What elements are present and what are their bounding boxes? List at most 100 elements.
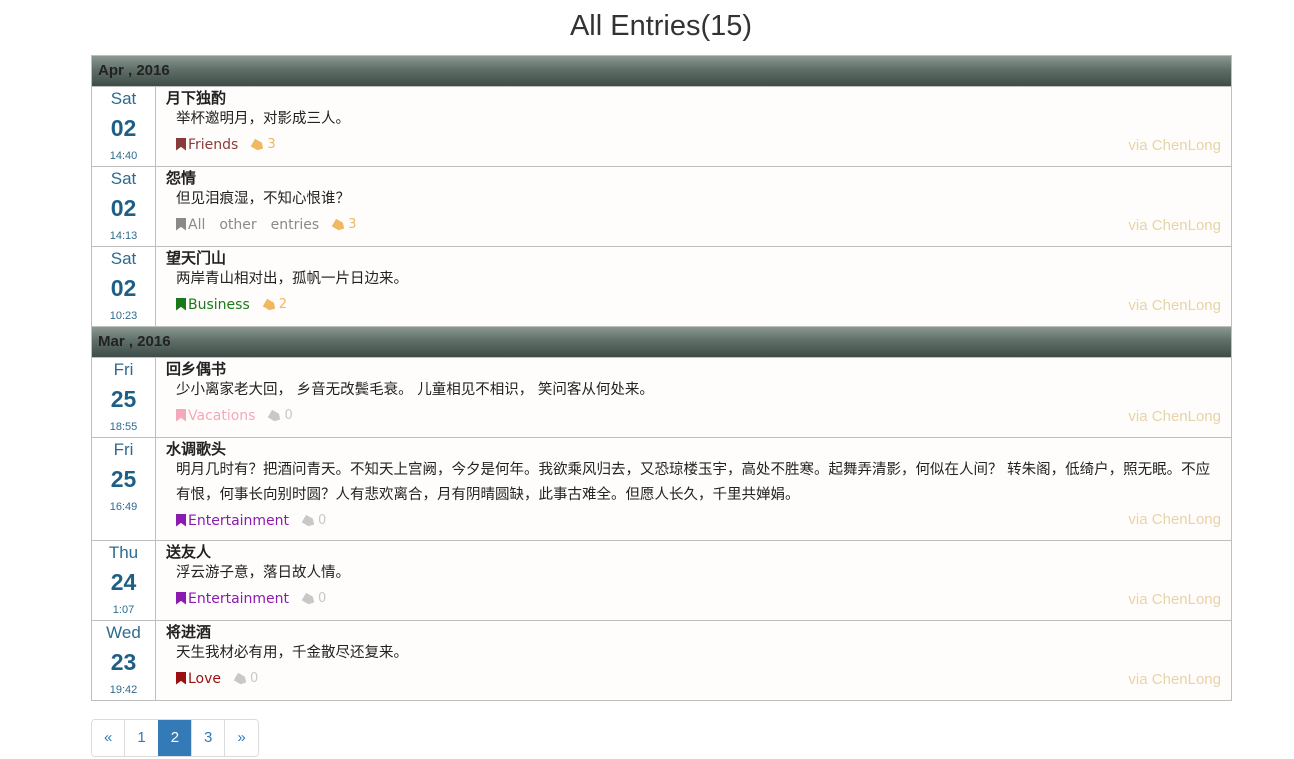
entry-title[interactable]: 将进酒 [166,623,1231,641]
entry-title[interactable]: 望天门山 [166,249,1231,267]
entry-row[interactable]: Sat 02 14:13 怨情 但见泪痕湿，不知心恨谁？ All other entrie… [92,167,1231,247]
bookmark-icon [176,137,186,151]
tag-count[interactable]: 3 [251,132,276,158]
page-button-2[interactable]: 2 [157,720,192,756]
entry-body: 浮云游子意，落日故人情。 [176,565,350,581]
entry-body: 少小离家老大回， 乡音无改鬓毛衰。 儿童相见不相识， 笑问客从何处来。 [176,382,654,398]
entry-content: 望天门山 两岸青山相对出，孤帆一片日边来。 Business 2 via ChenLon… [156,247,1231,326]
entry-body: 明月几时有？把酒问青天。不知天上宫阙，今夕是何年。我欲乘风归去，又恐琼楼玉宇，高… [176,462,1211,503]
entry-row[interactable]: Thu 24 1:07 送友人 浮云游子意，落日故人情。 Entertainment 0 vi… [92,541,1231,621]
entry-content: 月下独酌 举杯邀明月，对影成三人。 Friends 3 via ChenLong [156,87,1231,166]
category-label: Vacations [188,408,256,424]
tag-icon [251,138,266,152]
entry-meta: Business 2 [166,292,1231,318]
entry-time: 14:40 [109,150,138,162]
entry-day: 24 [110,569,137,595]
tag-count-label: 0 [284,408,293,423]
entry-content: 回乡偶书少小离家老大回， 乡音无改鬓毛衰。 儿童相见不相识， 笑问客从何处来。 V… [156,358,1231,437]
category-link[interactable]: Love [176,666,221,692]
entry-day: 23 [110,649,137,675]
entries-list: Apr , 2016 Sat 02 14:40 月下独酌 举杯邀明月，对影成三人。 Frie… [91,55,1232,701]
tag-count-label: 3 [348,217,357,232]
bookmark-icon [176,671,186,685]
tag-icon [332,218,347,232]
page-button-3[interactable]: 3 [191,720,225,756]
category-link[interactable]: Friends [176,132,238,158]
entry-weekday: Fri [113,440,134,459]
category-link[interactable]: Business [176,292,250,318]
entry-title[interactable]: 送友人 [166,543,1231,561]
category-label: Entertainment [188,591,290,607]
tag-icon [268,409,283,423]
tag-count[interactable]: 0 [268,403,293,429]
bookmark-icon [176,408,186,422]
pagination: «1 2 3» [91,719,259,757]
entry-time: 19:42 [109,684,138,696]
tag-count[interactable]: 3 [333,212,356,238]
entry-time: 10:23 [109,310,138,322]
tag-count[interactable]: 0 [235,666,258,692]
category-label: Love [188,671,222,687]
entry-date: Sat 02 14:13 [92,167,156,246]
entry-content: 水调歌头明月几时有？把酒问青天。不知天上宫阙，今夕是何年。我欲乘风归去，又恐琼楼… [156,438,1231,540]
entry-row[interactable]: Fri 25 16:49 水调歌头 明月几时有？把酒问青天。不知天上宫阙，今夕是何年。我… [92,438,1231,541]
entry-date: Sat 02 14:40 [92,87,156,166]
author-label: via ChenLong [1128,297,1221,314]
prev-page-button[interactable]: « [92,720,125,756]
entry-weekday: Wed [106,623,141,642]
tag-icon [302,514,317,528]
entry-row[interactable]: Sat 02 10:23 望天门山 两岸青山相对出，孤帆一片日边来。 Business 2 v… [92,247,1231,327]
page-title: All Entries(15) [569,10,753,42]
author-label: via ChenLong [1128,408,1221,425]
entry-content: 将进酒天生我材必有用，千金散尽还复来。 Love 0 via ChenLong [156,621,1231,700]
entry-row[interactable]: Fri 25 18:55 回乡偶书 少小离家老大回， 乡音无改鬓毛衰。 儿童相见不相识，… [92,358,1231,438]
entry-date: Fri 25 16:49 [92,438,156,540]
entry-meta: Entertainment 0 [166,586,1231,612]
category-link[interactable]: Vacations [176,403,255,429]
category-link[interactable]: Entertainment [176,586,289,612]
entry-weekday: Sat [110,249,137,268]
entry-day: 02 [110,195,137,221]
tag-count-label: 3 [267,137,276,152]
category-link[interactable]: Entertainment [176,508,289,534]
bookmark-icon [176,297,186,311]
entry-time: 1:07 [112,604,135,616]
entry-content: 怨情 但见泪痕湿，不知心恨谁？ All other entries 3 via Chen… [156,167,1231,246]
tag-icon [262,298,277,312]
entry-date: Wed 23 19:42 [92,621,156,700]
bookmark-icon [176,217,186,231]
entry-date: Fri 25 18:55 [92,358,156,437]
entry-day: 02 [110,275,137,301]
entry-row[interactable]: Sat 02 14:40 月下独酌 举杯邀明月，对影成三人。 Friends 3 via Ch… [92,87,1231,167]
entry-day: 25 [110,386,137,412]
tag-count[interactable]: 0 [303,508,326,534]
author-label: via ChenLong [1128,217,1221,234]
tag-count[interactable]: 2 [264,292,287,318]
entry-row[interactable]: Wed 23 19:42 将进酒天生我材必有用，千金散尽还复来。 Love 0 via Ch… [92,621,1231,701]
page-button-1[interactable]: 1 [124,720,158,756]
entry-weekday: Fri [113,360,134,379]
tag-icon [234,672,249,686]
tag-count[interactable]: 0 [303,586,326,612]
entry-title[interactable]: 水调歌头 [166,440,1231,458]
tag-count-label: 2 [278,297,288,312]
entry-day: 02 [110,115,137,141]
author-label: via ChenLong [1128,511,1221,528]
entry-weekday: Sat [110,89,137,108]
author-label: via ChenLong [1128,591,1221,608]
entry-time: 16:49 [109,501,138,513]
entry-meta: Friends 3 [166,132,1231,158]
bookmark-icon [176,513,186,527]
entry-date: Sat 02 10:23 [92,247,156,326]
next-page-button[interactable]: » [224,720,258,756]
entry-body: 举杯邀明月，对影成三人。 [176,111,350,127]
entry-meta: Entertainment 0 [166,508,1231,534]
author-label: via ChenLong [1128,671,1221,688]
entry-meta: Love 0 [166,666,1231,692]
category-link[interactable]: All other entries [176,212,319,238]
entry-title[interactable]: 怨情 [166,169,1231,187]
entry-body: 天生我材必有用，千金散尽还复来。 [176,645,408,661]
entry-title[interactable]: 月下独酌 [166,89,1231,107]
entry-title[interactable]: 回乡偶书 [166,360,1231,378]
entry-time: 14:13 [109,230,138,242]
